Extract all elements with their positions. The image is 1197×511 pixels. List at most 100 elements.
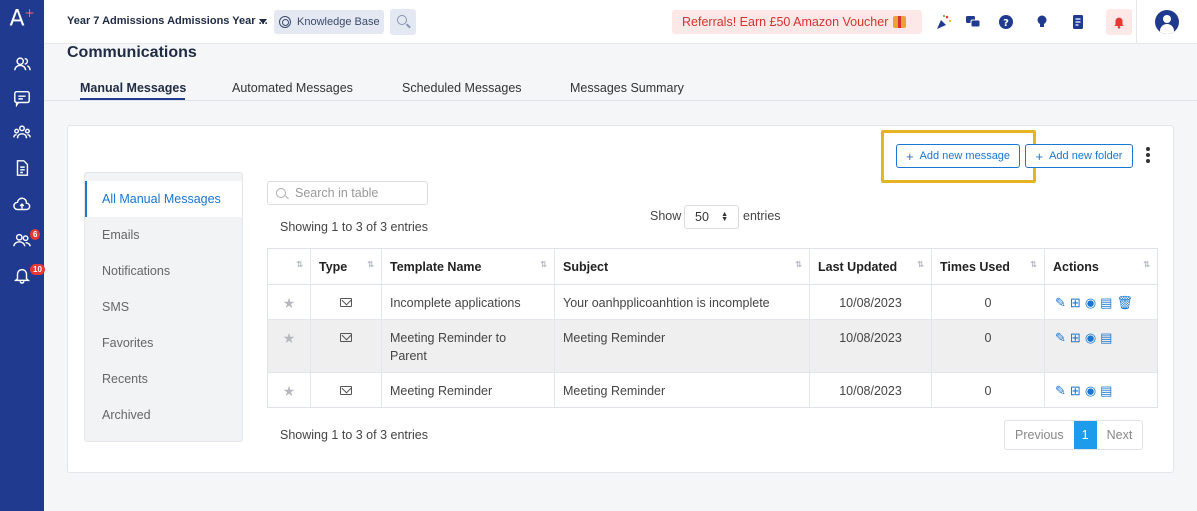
folder-archived[interactable]: Archived xyxy=(85,397,242,433)
col-subject[interactable]: Subject ⇅ xyxy=(554,249,809,285)
table-row[interactable]: ★ Incomplete applications Your oanhpplic… xyxy=(268,285,1157,320)
groups-icon[interactable] xyxy=(12,122,32,142)
show-label: Show xyxy=(650,209,682,223)
alert-bell-icon xyxy=(1114,17,1124,29)
user-group-badge: 6 xyxy=(30,229,41,240)
referral-text: Referrals! Earn £50 Amazon Voucher xyxy=(682,15,889,29)
folder-emails[interactable]: Emails xyxy=(85,217,242,253)
template-name: Meeting Reminder xyxy=(381,373,554,407)
next-page-button[interactable]: Next xyxy=(1097,421,1143,449)
col-times-used[interactable]: Times Used ⇅ xyxy=(931,249,1044,285)
table-row[interactable]: ★ Meeting Reminder to Parent Meeting Rem… xyxy=(268,320,1157,373)
bell-icon[interactable] xyxy=(12,265,32,285)
search-button[interactable] xyxy=(390,9,416,35)
archive-icon[interactable]: ▤ xyxy=(1100,383,1112,399)
tab-messages-summary[interactable]: Messages Summary xyxy=(570,81,684,95)
avatar[interactable] xyxy=(1155,10,1179,34)
notes-icon[interactable] xyxy=(1068,12,1088,32)
user-group-icon[interactable] xyxy=(12,230,32,250)
tab-bar: Manual Messages Automated Messages Sched… xyxy=(44,71,1197,101)
sort-arrows-icon: ▲ ▼ xyxy=(721,211,728,223)
col-template-name[interactable]: Template Name ⇅ xyxy=(381,249,554,285)
edit-icon[interactable]: ✎ xyxy=(1055,383,1066,399)
plus-icon: + xyxy=(1035,148,1044,164)
people-icon[interactable] xyxy=(12,54,32,74)
pagination: Previous 1 Next xyxy=(1004,420,1144,450)
col-type[interactable]: Type ⇅ xyxy=(310,249,381,285)
folder-menu: All Manual Messages Emails Notifications… xyxy=(84,172,243,442)
search-icon xyxy=(276,188,286,198)
messages-card: + Add new message + Add new folder All M… xyxy=(67,125,1174,473)
page-size-value: 50 xyxy=(695,210,709,224)
entries-label: entries xyxy=(743,209,781,223)
edit-icon[interactable]: ✎ xyxy=(1055,295,1066,311)
page-1-button[interactable]: 1 xyxy=(1073,421,1097,449)
subject: Meeting Reminder xyxy=(554,373,809,407)
knowledge-base-button[interactable]: Knowledge Base xyxy=(274,10,384,34)
chat-icon[interactable] xyxy=(963,12,983,32)
times-used: 0 xyxy=(931,373,1044,407)
tab-manual-messages[interactable]: Manual Messages xyxy=(80,81,186,95)
last-updated: 10/08/2023 xyxy=(809,320,931,372)
entries-info: Showing 1 to 3 of 3 entries xyxy=(280,220,429,234)
folder-recents[interactable]: Recents xyxy=(85,361,242,397)
favorite-star-icon[interactable]: ★ xyxy=(268,285,310,319)
app-logo[interactable]: A+ xyxy=(0,6,44,31)
highlight-box xyxy=(881,130,1036,183)
favorite-star-icon[interactable]: ★ xyxy=(268,373,310,407)
template-name: Incomplete applications xyxy=(381,285,554,319)
folder-sms[interactable]: SMS xyxy=(85,289,242,325)
active-tab-indicator xyxy=(80,98,185,100)
help-icon[interactable]: ? xyxy=(996,12,1016,32)
email-type-icon xyxy=(310,320,381,372)
move-to-folder-icon[interactable]: ⊞ xyxy=(1070,330,1081,346)
archive-icon[interactable]: ▤ xyxy=(1100,330,1112,346)
year-selector[interactable]: Year 7 Admissions Admissions Year ... xyxy=(67,15,268,27)
folder-favorites[interactable]: Favorites xyxy=(85,325,242,361)
divider xyxy=(1136,0,1137,44)
add-new-folder-label: Add new folder xyxy=(1049,150,1123,162)
more-options-icon[interactable] xyxy=(1144,146,1152,166)
chevron-down-icon[interactable] xyxy=(259,19,267,24)
alerts-button[interactable] xyxy=(1106,9,1132,35)
add-new-folder-button[interactable]: + Add new folder xyxy=(1025,144,1133,168)
cloud-upload-icon[interactable] xyxy=(12,195,32,215)
folder-all-manual-messages[interactable]: All Manual Messages xyxy=(85,181,242,217)
subject: Your oanhpplicoanhtion is incomplete xyxy=(554,285,809,319)
party-icon[interactable] xyxy=(934,12,954,32)
page-size-select[interactable]: 50 ▲ ▼ xyxy=(684,205,739,229)
view-icon[interactable]: ◉ xyxy=(1085,295,1096,311)
previous-page-button[interactable]: Previous xyxy=(1005,421,1074,449)
tab-scheduled-messages[interactable]: Scheduled Messages xyxy=(402,81,522,95)
col-favorite[interactable]: ⇅ xyxy=(268,249,310,285)
edit-icon[interactable]: ✎ xyxy=(1055,330,1066,346)
tab-automated-messages[interactable]: Automated Messages xyxy=(232,81,353,95)
search-placeholder: Search in table xyxy=(295,186,379,200)
view-icon[interactable]: ◉ xyxy=(1085,383,1096,399)
top-bar: Year 7 Admissions Admissions Year ... Kn… xyxy=(44,0,1197,44)
row-actions: ✎ ⊞ ◉ ▤ 🗑 xyxy=(1044,285,1157,319)
times-used: 0 xyxy=(931,320,1044,372)
page-title: Communications xyxy=(67,44,197,61)
col-last-updated[interactable]: Last Updated ⇅ xyxy=(809,249,931,285)
referral-banner[interactable]: Referrals! Earn £50 Amazon Voucher xyxy=(672,10,922,34)
move-to-folder-icon[interactable]: ⊞ xyxy=(1070,295,1081,311)
archive-icon[interactable]: ▤ xyxy=(1100,295,1112,311)
col-actions: Actions ⇅ xyxy=(1044,249,1157,285)
folder-notifications[interactable]: Notifications xyxy=(85,253,242,289)
subject: Meeting Reminder xyxy=(554,320,809,372)
favorite-star-icon[interactable]: ★ xyxy=(268,320,310,372)
help-ring-icon xyxy=(279,16,291,28)
row-actions: ✎ ⊞ ◉ ▤ xyxy=(1044,320,1157,372)
search-input[interactable]: Search in table xyxy=(267,181,428,205)
table-header: ⇅ Type ⇅ Template Name ⇅ Subject ⇅ Last Upd… xyxy=(268,249,1157,285)
delete-icon[interactable]: 🗑 xyxy=(1116,295,1133,311)
messages-table: ⇅ Type ⇅ Template Name ⇅ Subject ⇅ Last Upd… xyxy=(267,248,1158,408)
view-icon[interactable]: ◉ xyxy=(1085,330,1096,346)
table-row[interactable]: ★ Meeting Reminder Meeting Reminder 10/0… xyxy=(268,373,1157,407)
last-updated: 10/08/2023 xyxy=(809,373,931,407)
lightbulb-icon[interactable] xyxy=(1032,12,1052,32)
document-icon[interactable] xyxy=(12,158,32,178)
move-to-folder-icon[interactable]: ⊞ xyxy=(1070,383,1081,399)
message-icon[interactable] xyxy=(12,88,32,108)
